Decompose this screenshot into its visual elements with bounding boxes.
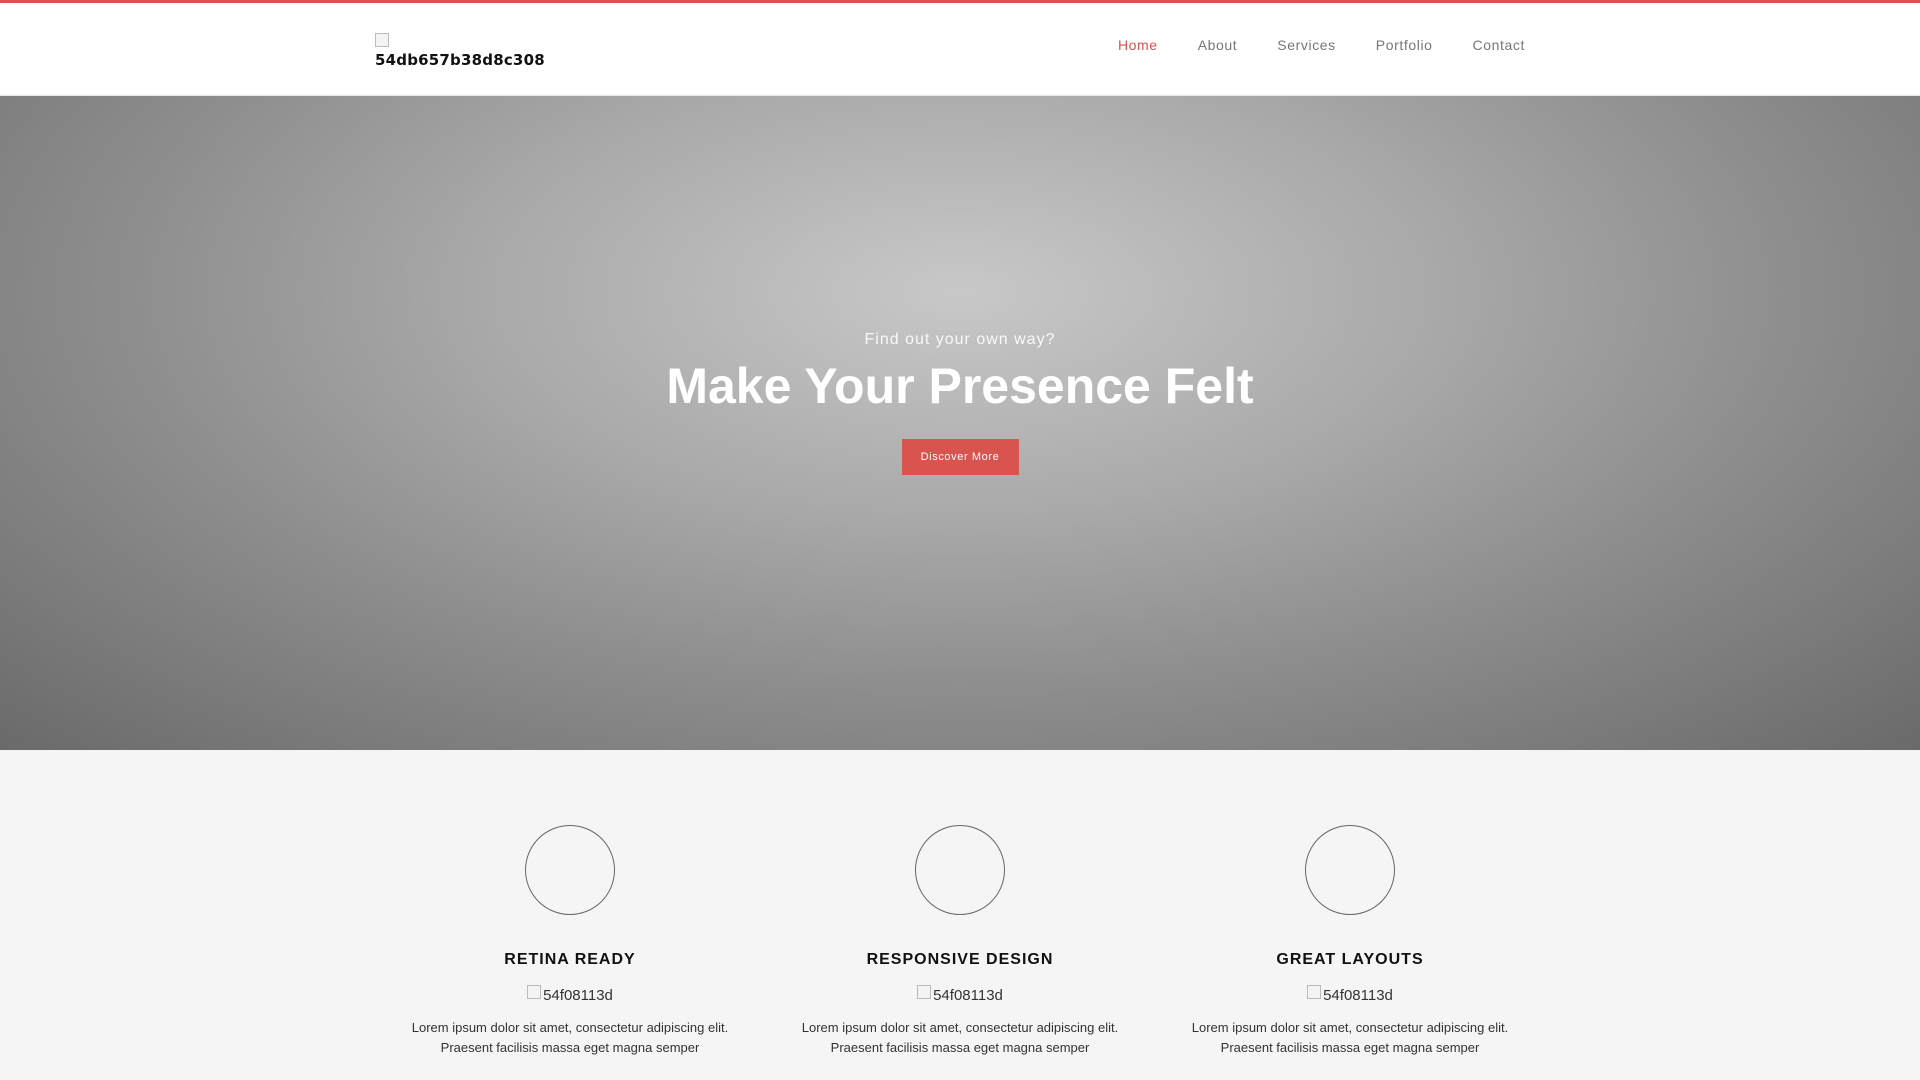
- nav-services[interactable]: Services: [1277, 37, 1335, 53]
- broken-image-icon: [375, 33, 389, 47]
- feature-image-alt: 54f08113d: [543, 987, 613, 1004]
- feature-title: RESPONSIVE DESIGN: [866, 951, 1054, 968]
- site-header: 54db657b38d8c308 Home About Services Por…: [0, 3, 1920, 96]
- broken-image-icon: [1307, 985, 1322, 999]
- feature-title: GREAT LAYOUTS: [1276, 951, 1424, 968]
- feature-circle-icon: [1305, 825, 1395, 915]
- discover-more-button[interactable]: Discover More: [901, 439, 1019, 475]
- feature-image-alt: 54f08113d: [1323, 987, 1393, 1004]
- feature-image-alt: 54f08113d: [933, 987, 1003, 1004]
- feature-card: GREAT LAYOUTS 54f08113d Lorem ipsum dolo…: [1155, 825, 1545, 1080]
- feature-card: RESPONSIVE DESIGN 54f08113d Lorem ipsum …: [765, 825, 1155, 1080]
- feature-circle-icon: [915, 825, 1005, 915]
- nav-about[interactable]: About: [1198, 37, 1238, 53]
- hero-subtitle: Find out your own way?: [864, 331, 1056, 348]
- hero-title: Make Your Presence Felt: [666, 358, 1254, 414]
- feature-description: Lorem ipsum dolor sit amet, consectetur …: [801, 1020, 1119, 1055]
- feature-circle-icon: [525, 825, 615, 915]
- feature-image: 54f08113d: [917, 985, 1003, 1004]
- site-logo[interactable]: 54db657b38d8c308: [375, 33, 545, 73]
- nav-portfolio[interactable]: Portfolio: [1376, 37, 1433, 53]
- features-section: RETINA READY 54f08113d Lorem ipsum dolor…: [375, 825, 1545, 1080]
- feature-image: 54f08113d: [527, 985, 613, 1004]
- feature-description: Lorem ipsum dolor sit amet, consectetur …: [1191, 1020, 1509, 1055]
- main-nav: Home About Services Portfolio Contact: [1118, 37, 1525, 53]
- feature-card: RETINA READY 54f08113d Lorem ipsum dolor…: [375, 825, 765, 1080]
- logo-alt-text: 54db657b38d8c308: [375, 51, 545, 69]
- broken-image-icon: [527, 985, 542, 999]
- broken-image-icon: [917, 985, 932, 999]
- hero-section: Find out your own way? Make Your Presenc…: [0, 96, 1920, 750]
- feature-image: 54f08113d: [1307, 985, 1393, 1004]
- feature-description: Lorem ipsum dolor sit amet, consectetur …: [411, 1020, 729, 1055]
- feature-title: RETINA READY: [504, 951, 636, 968]
- nav-home[interactable]: Home: [1118, 37, 1158, 53]
- nav-contact[interactable]: Contact: [1473, 37, 1525, 53]
